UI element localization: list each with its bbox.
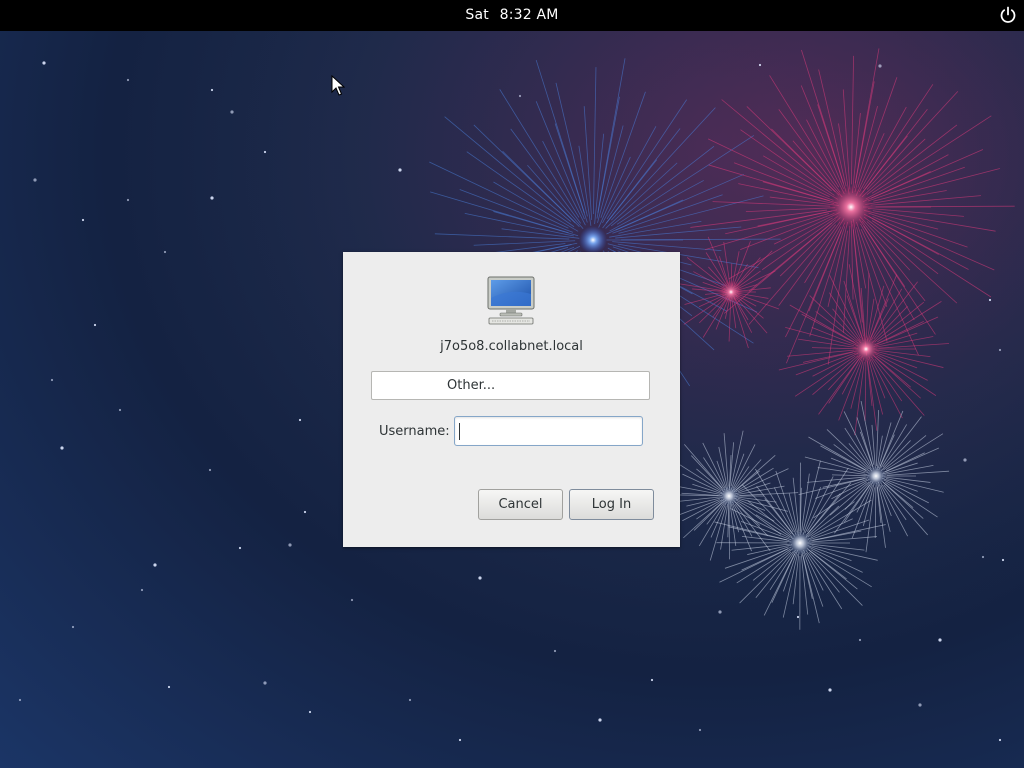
star-dot <box>210 88 214 92</box>
other-user-button[interactable]: Other... <box>371 371 650 400</box>
star-dot <box>758 63 762 67</box>
star-dot <box>981 555 985 559</box>
star-dot <box>350 598 354 602</box>
star-dot <box>118 408 122 412</box>
star-dot <box>93 323 97 327</box>
clock-time: 8:32 AM <box>499 7 559 23</box>
star-dot <box>208 468 212 472</box>
star-dot <box>60 446 64 450</box>
star-dot <box>398 168 402 172</box>
star-dot <box>263 681 267 685</box>
clock[interactable]: Sat 8:32 AM <box>0 0 1024 31</box>
star-dot <box>963 458 967 462</box>
star-dot <box>698 728 702 732</box>
star-dot <box>153 563 157 567</box>
star-dot <box>81 218 85 222</box>
star-dot <box>126 198 130 202</box>
mouse-pointer-icon <box>331 75 345 96</box>
star-dot <box>553 649 557 653</box>
star-dot <box>140 588 144 592</box>
star-dot <box>988 298 992 302</box>
gdm-login-screen: Sat 8:32 AM j7o5o8.collabnet.local Other… <box>0 0 1024 768</box>
star-dot <box>478 576 482 580</box>
star-dot <box>518 94 522 98</box>
star-dot <box>238 546 242 550</box>
star-dot <box>33 178 37 182</box>
star-dot <box>288 543 292 547</box>
star-dot <box>938 638 942 642</box>
star-dot <box>718 610 722 614</box>
star-dot <box>1001 558 1005 562</box>
star-dot <box>303 510 307 514</box>
star-dot <box>126 78 130 82</box>
star-dot <box>210 196 214 200</box>
clock-day: Sat <box>465 7 489 23</box>
star-dot <box>408 698 412 702</box>
star-dot <box>998 738 1002 742</box>
power-icon[interactable] <box>998 5 1018 25</box>
star-dot <box>918 703 922 707</box>
star-dot <box>650 678 654 682</box>
cancel-button[interactable]: Cancel <box>478 489 563 520</box>
star-dot <box>50 378 54 382</box>
star-dot <box>858 638 862 642</box>
log-in-button[interactable]: Log In <box>569 489 654 520</box>
hostname-label: j7o5o8.collabnet.local <box>440 339 583 354</box>
star-dot <box>230 110 234 114</box>
text-caret <box>459 423 460 440</box>
top-bar: Sat 8:32 AM <box>0 0 1024 31</box>
star-dot <box>263 150 267 154</box>
star-dot <box>42 61 46 65</box>
login-dialog: j7o5o8.collabnet.local Other... Username… <box>343 252 680 547</box>
star-dot <box>828 688 832 692</box>
star-dot <box>18 698 22 702</box>
star-dot <box>167 685 171 689</box>
star-dot <box>878 64 882 68</box>
star-dot <box>598 718 602 722</box>
username-field[interactable] <box>454 416 643 446</box>
star-dot <box>298 418 302 422</box>
star-dot <box>71 625 75 629</box>
star-dot <box>796 615 800 619</box>
star-dot <box>163 250 167 254</box>
star-dot <box>308 710 312 714</box>
computer-icon <box>487 276 535 325</box>
star-dot <box>458 738 462 742</box>
username-label: Username: <box>379 424 450 439</box>
star-dot <box>998 348 1002 352</box>
